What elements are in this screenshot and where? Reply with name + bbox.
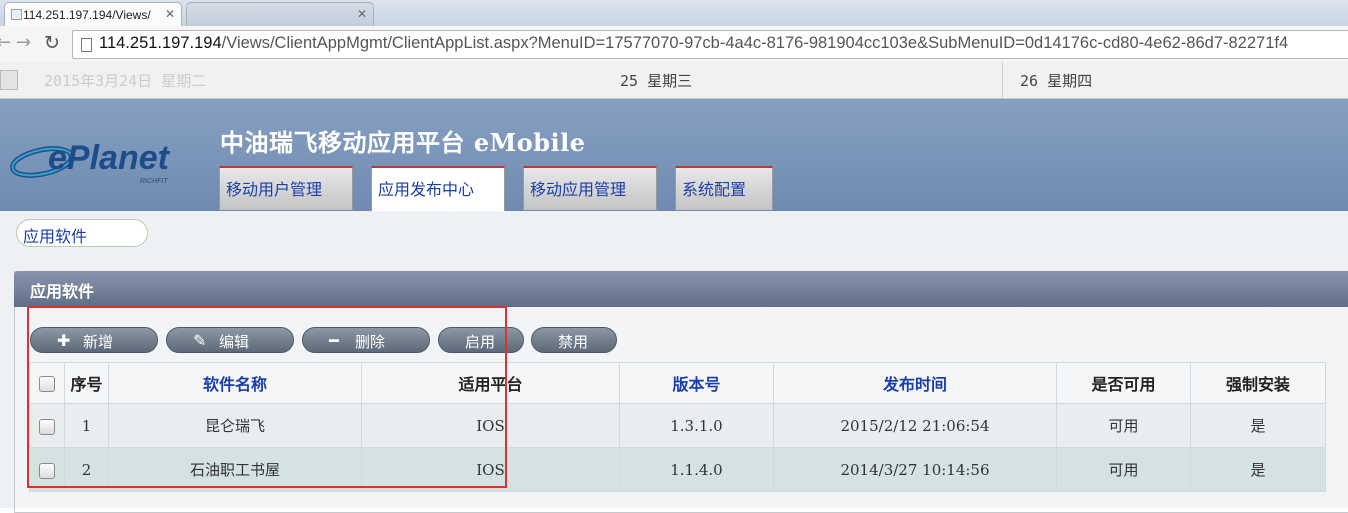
select-all-cell <box>29 362 65 404</box>
enable-button[interactable]: 启用 <box>438 327 524 353</box>
tab-mobile-user-management[interactable]: 移动用户管理 <box>219 166 353 210</box>
pencil-icon: ✎ <box>193 331 207 350</box>
cell-release-time: 2015/2/12 21:06:54 <box>773 403 1057 448</box>
edit-button[interactable]: ✎ 编辑 <box>166 327 294 353</box>
tab-label: 移动用户管理 <box>226 180 323 199</box>
col-header-name[interactable]: 软件名称 <box>108 362 362 404</box>
minus-icon: ━ <box>329 331 339 350</box>
date-day-1: 2015年3月24日 星期二 <box>44 72 207 90</box>
add-button[interactable]: ✚ 新增 <box>30 327 158 353</box>
cell-available: 可用 <box>1056 447 1191 492</box>
logo-subtext: RICHFIT <box>140 178 168 185</box>
col-header-version[interactable]: 版本号 <box>619 362 774 404</box>
tab-label: 应用发布中心 <box>378 180 475 199</box>
eplanet-logo: ePlanet RICHFIT <box>10 139 171 185</box>
disable-button-label: 禁用 <box>558 333 589 351</box>
table-row[interactable]: 1 昆仑瑞飞 IOS 1.3.1.0 2015/2/12 21:06:54 可用… <box>29 403 1326 448</box>
browser-tab-inactive[interactable]: ✕ <box>186 2 374 27</box>
close-tab-icon-2[interactable]: ✕ <box>357 3 367 25</box>
delete-button[interactable]: ━ 删除 <box>302 327 430 353</box>
page-icon <box>81 38 92 52</box>
cell-available: 可用 <box>1056 403 1191 448</box>
row-checkbox[interactable] <box>39 462 55 479</box>
col-header-force-install: 强制安装 <box>1190 362 1326 404</box>
row-select-cell <box>29 447 65 492</box>
panel-title: 应用软件 <box>30 282 95 301</box>
calendar-icon <box>0 70 18 90</box>
edit-button-label: 编辑 <box>219 333 250 351</box>
back-arrow-icon[interactable]: ← <box>0 33 11 53</box>
browser-tab-active[interactable]: 114.251.197.194/Views/ ✕ <box>4 2 182 27</box>
cell-name: 石油职工书屋 <box>108 447 362 492</box>
enable-button-label: 启用 <box>465 333 496 351</box>
cell-platform: IOS <box>361 447 620 492</box>
address-bar[interactable]: 114.251.197.194/Views/ClientAppMgmt/Clie… <box>72 30 1348 59</box>
tab-mobile-app-management[interactable]: 移动应用管理 <box>523 166 657 210</box>
app-title: 中油瑞飞移动应用平台 eMobile <box>220 128 586 157</box>
app-header: ePlanet RICHFIT 中油瑞飞移动应用平台 eMobile 移动用户管… <box>0 99 1348 212</box>
select-all-checkbox[interactable] <box>39 376 55 392</box>
disable-button[interactable]: 禁用 <box>531 327 617 353</box>
tab-app-release-center[interactable]: 应用发布中心 <box>371 166 505 212</box>
cell-force-install: 是 <box>1190 447 1326 492</box>
logo-text: ePlanet <box>48 139 171 177</box>
cell-version: 1.1.4.0 <box>619 447 774 492</box>
close-tab-icon[interactable]: ✕ <box>165 3 175 25</box>
app-software-table: 序号 软件名称 适用平台 版本号 发布时间 是否可用 强制安装 1 昆仑瑞飞 I… <box>29 362 1326 492</box>
date-divider <box>1002 62 1003 98</box>
browser-toolbar: ← → ↻ 114.251.197.194/Views/ClientAppMgm… <box>0 26 1348 63</box>
plus-icon: ✚ <box>57 331 71 350</box>
date-day-2: 25 星期三 <box>620 72 693 90</box>
row-select-cell <box>29 403 65 448</box>
col-header-platform: 适用平台 <box>361 362 620 404</box>
add-button-label: 新增 <box>83 333 114 351</box>
tab-label: 系统配置 <box>682 180 747 199</box>
cell-no: 1 <box>64 403 109 448</box>
row-checkbox[interactable] <box>39 418 55 435</box>
cell-platform: IOS <box>361 403 620 448</box>
col-header-release-time[interactable]: 发布时间 <box>773 362 1057 404</box>
table-header-row: 序号 软件名称 适用平台 版本号 发布时间 是否可用 强制安装 <box>29 362 1326 404</box>
cell-release-time: 2014/3/27 10:14:56 <box>773 447 1057 492</box>
breadcrumb-bar: 应用软件 <box>0 211 1348 257</box>
reload-icon[interactable]: ↻ <box>44 33 60 53</box>
cell-name: 昆仑瑞飞 <box>108 403 362 448</box>
col-header-no: 序号 <box>64 362 109 404</box>
cell-no: 2 <box>64 447 109 492</box>
breadcrumb[interactable]: 应用软件 <box>16 219 148 247</box>
forward-arrow-icon[interactable]: → <box>16 33 31 53</box>
table-row[interactable]: 2 石油职工书屋 IOS 1.1.4.0 2014/3/27 10:14:56 … <box>29 447 1326 492</box>
panel-header: 应用软件 <box>14 271 1348 307</box>
col-header-available: 是否可用 <box>1056 362 1191 404</box>
browser-tab-strip: 114.251.197.194/Views/ ✕ ✕ <box>0 0 1348 27</box>
delete-button-label: 删除 <box>355 333 386 351</box>
tab-system-config[interactable]: 系统配置 <box>675 166 773 210</box>
tab-label: 移动应用管理 <box>530 180 627 199</box>
date-day-3: 26 星期四 <box>1020 72 1093 90</box>
cell-force-install: 是 <box>1190 403 1326 448</box>
browser-tab-title: 114.251.197.194/Views/ <box>23 8 151 22</box>
favicon-icon <box>11 9 22 20</box>
url-text: 114.251.197.194/Views/ClientAppMgmt/Clie… <box>99 34 1289 52</box>
date-strip: 2015年3月24日 星期二 25 星期三 26 星期四 <box>0 62 1348 99</box>
cell-version: 1.3.1.0 <box>619 403 774 448</box>
